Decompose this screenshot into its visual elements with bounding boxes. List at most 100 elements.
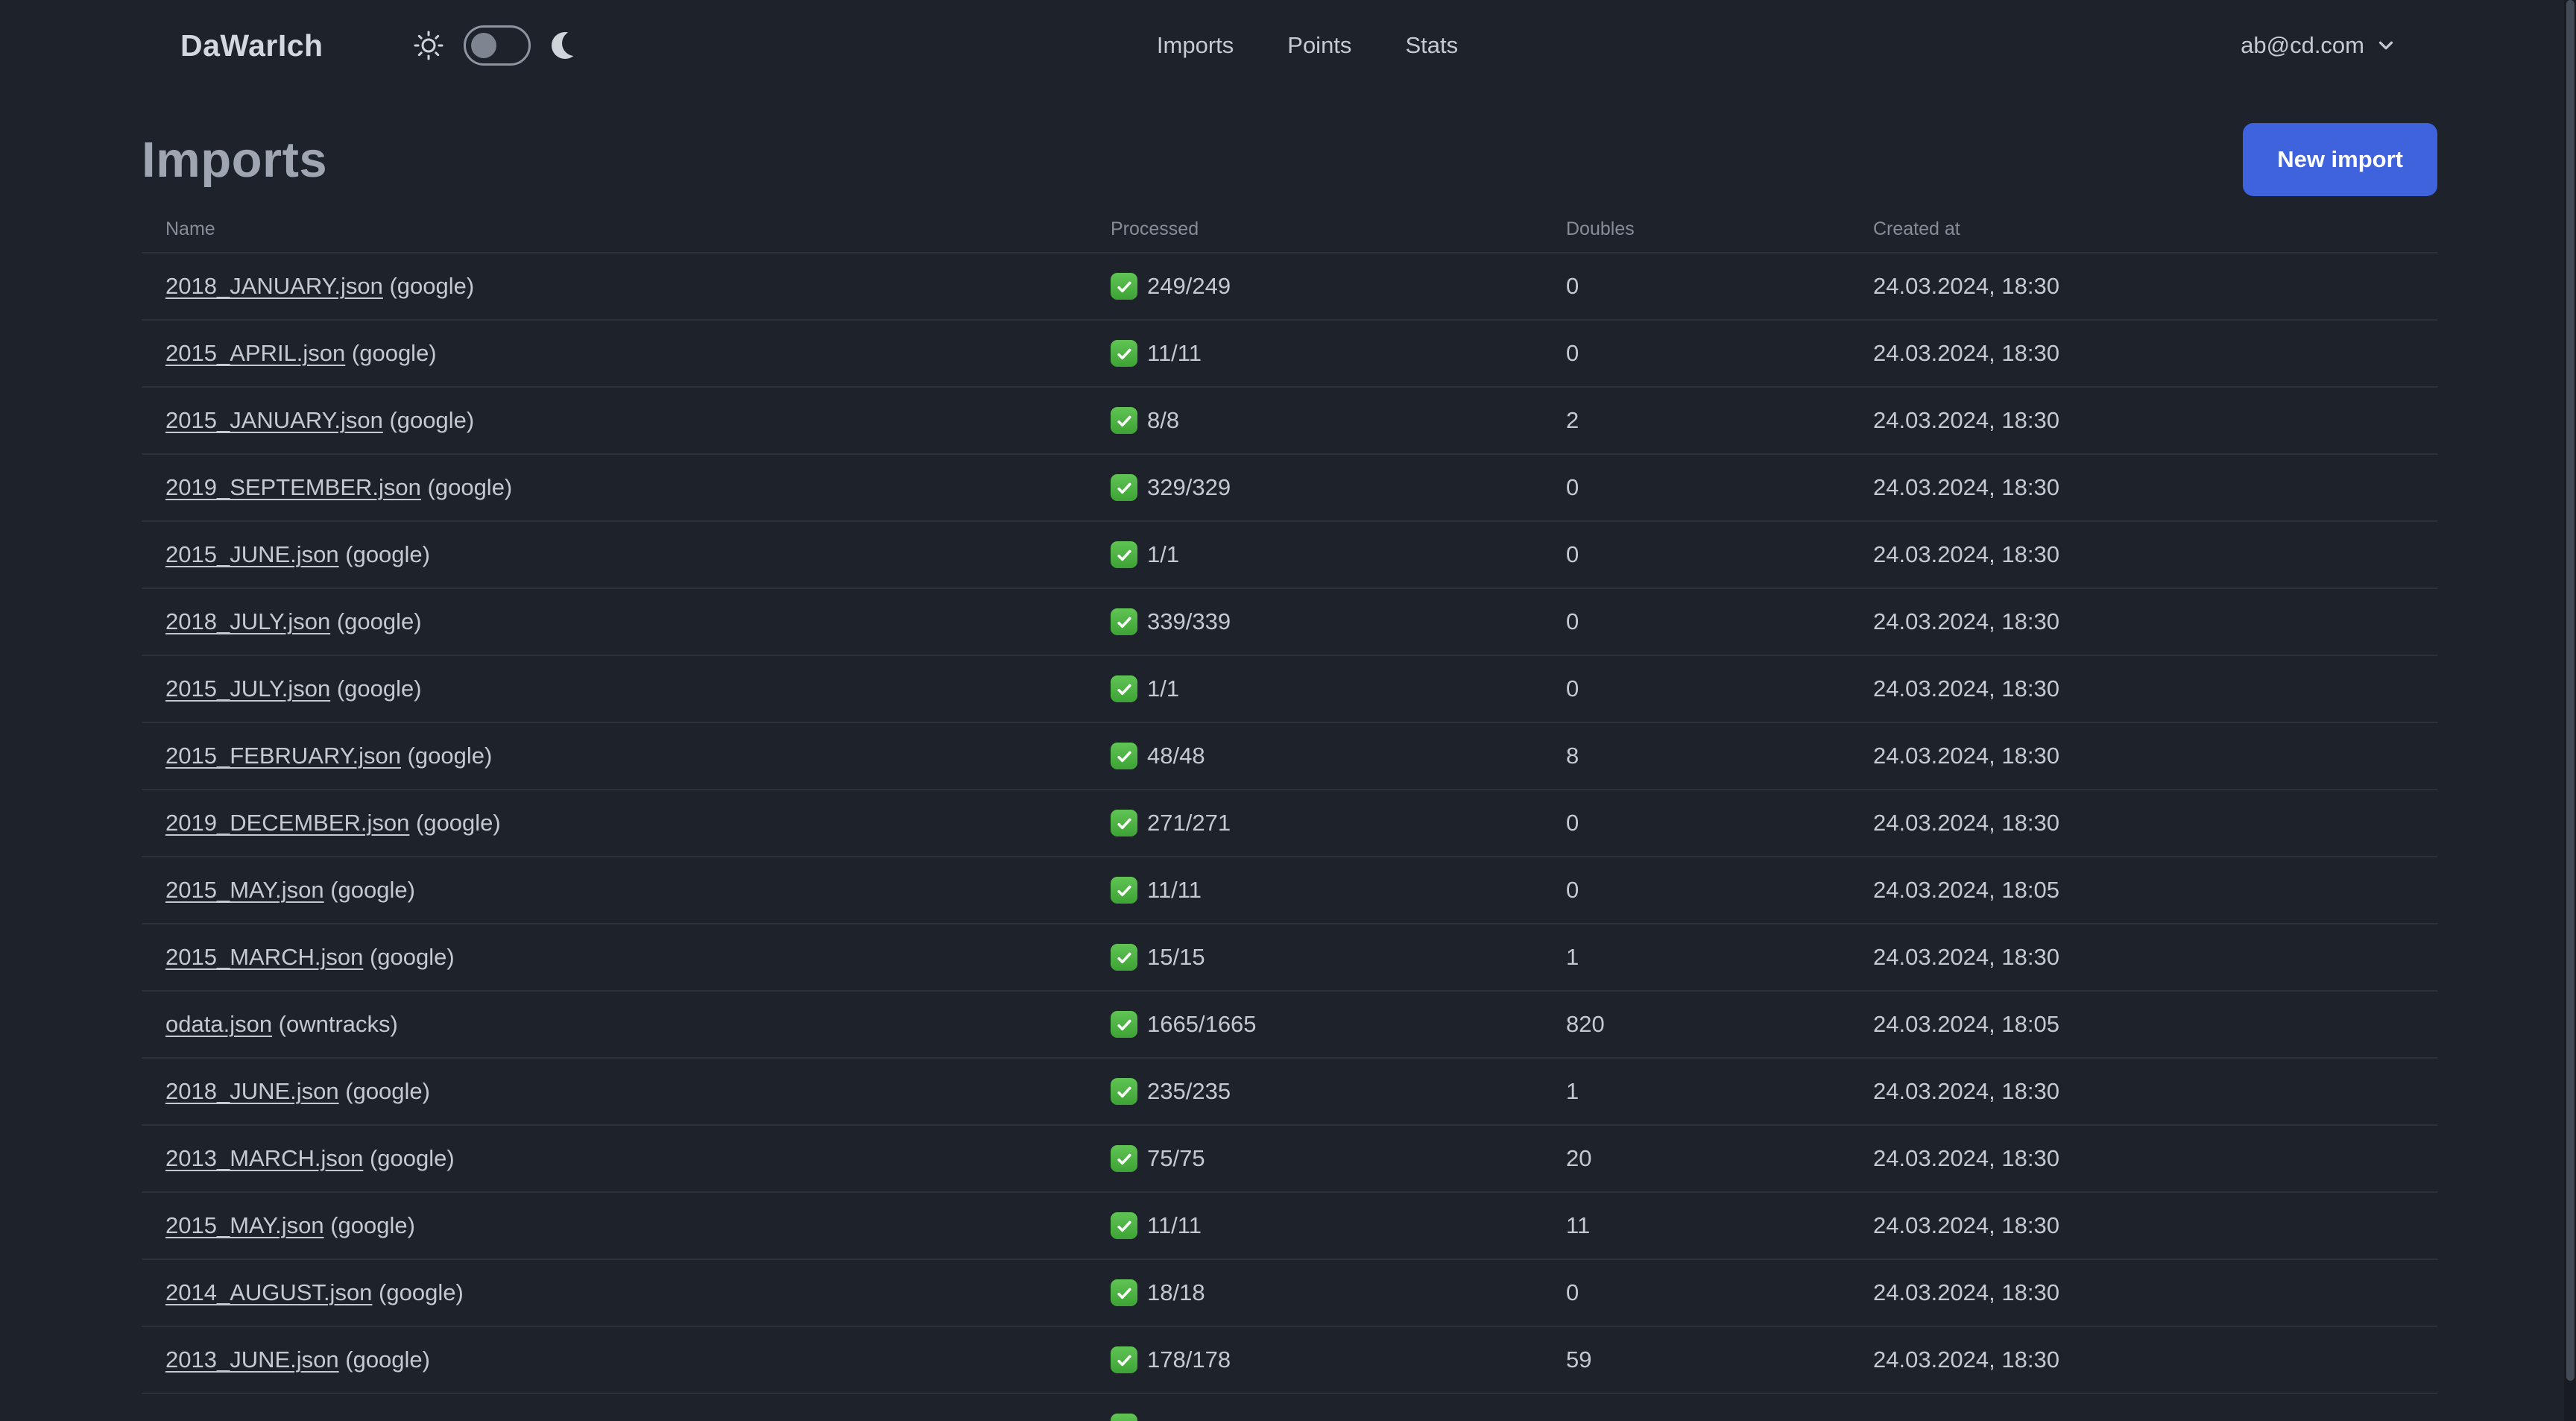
import-source: (google) [382, 273, 475, 299]
name-cell: 2013_MARCH.json (google) [165, 1145, 1111, 1172]
success-check-icon [1111, 675, 1137, 702]
page-header: Imports New import [142, 121, 2437, 198]
nav-link-imports[interactable]: Imports [1157, 32, 1234, 59]
name-cell: 2015_JUNE.json (google) [165, 541, 1111, 568]
created-at: 24.03.2024, 18:30 [1873, 340, 2059, 366]
import-file-link[interactable]: 2015_JANUARY.json [165, 407, 383, 433]
name-cell: odata.json (owntracks) [165, 1011, 1111, 1038]
processed-count: 18/18 [1147, 1279, 1205, 1305]
import-file-link[interactable]: 2015_MARCH.json [165, 944, 363, 970]
created-at: 24.03.2024, 18:30 [1873, 1078, 2059, 1104]
app-logo[interactable]: DaWarIch [180, 28, 323, 63]
import-file-link[interactable]: odata.json [165, 1011, 272, 1037]
import-file-link[interactable]: 2015_FEBRUARY.json [165, 743, 401, 769]
success-check-icon [1111, 944, 1137, 971]
success-check-icon [1111, 474, 1137, 501]
success-check-icon [1111, 1011, 1137, 1038]
created-at: 24.03.2024, 18:30 [1873, 1212, 2059, 1238]
name-cell: 2015_APRIL.json (google) [165, 340, 1111, 367]
nav-link-points[interactable]: Points [1287, 32, 1351, 59]
processed-cell: 339/339 [1111, 608, 1566, 635]
moon-icon [550, 29, 587, 62]
sun-icon [413, 30, 444, 61]
import-file-link[interactable]: 2015_JUNE.json [165, 541, 339, 567]
created-at: 24.03.2024, 18:30 [1873, 273, 2059, 299]
theme-toggle-group [413, 25, 587, 66]
processed-cell: 249/249 [1111, 273, 1566, 300]
doubles-count: 0 [1566, 474, 1579, 500]
processed-count: 15/15 [1147, 944, 1205, 970]
import-file-link[interactable]: 2018_JULY.json [165, 608, 330, 634]
import-file-link[interactable]: 2015_MAY.json [165, 877, 324, 903]
import-file-link[interactable]: 2018_JANUARY.json [165, 273, 383, 299]
import-file-link[interactable]: 2018_JUNE.json [165, 1078, 339, 1104]
table-row: 2015_JULY.json (google) 1/1 0 24.03.2024, 1… [142, 655, 2437, 722]
processed-cell: 15/15 [1111, 944, 1566, 971]
table-header-row: Name Processed Doubles Created at [142, 206, 2437, 252]
table-row: 2019_SEPTEMBER.json (google) 329/329 0 24.0… [142, 453, 2437, 520]
new-import-button[interactable]: New import [2243, 123, 2437, 196]
processed-cell: 1665/1665 [1111, 1011, 1566, 1038]
created-at: 24.03.2024, 18:30 [1873, 1346, 2059, 1373]
name-cell: 2015_MAY.json (google) [165, 1212, 1111, 1239]
import-file-link[interactable]: 2019_DECEMBER.json [165, 810, 409, 836]
import-source: (google) [330, 675, 422, 702]
table-row: 2015_APRIL.json (google) 11/11 0 24.03.2024… [142, 319, 2437, 386]
created-at: 24.03.2024, 18:30 [1873, 541, 2059, 567]
name-cell: 2013_JUNE.json (google) [165, 1346, 1111, 1373]
table-body: 2018_JANUARY.json (google) 249/249 0 24.03.… [142, 252, 2437, 1421]
doubles-count: 1 [1566, 1078, 1579, 1104]
theme-toggle-switch[interactable] [463, 25, 531, 66]
processed-count: 1/1 [1147, 675, 1180, 702]
table-row: odata.json (owntracks) 1665/1665 820 24.03.… [142, 990, 2437, 1057]
processed-cell: 178/178 [1111, 1346, 1566, 1373]
name-cell: 2015_MARCH.json (google) [165, 944, 1111, 971]
doubles-count: 11 [1566, 1212, 1591, 1238]
name-cell: 2019_DECEMBER.json (google) [165, 810, 1111, 836]
processed-count: 178/178 [1147, 1346, 1231, 1373]
import-file-link[interactable]: 2019_SEPTEMBER.json [165, 474, 421, 500]
processed-cell: 8/8 [1111, 407, 1566, 434]
scrollbar-thumb[interactable] [2566, 0, 2575, 1381]
table-row: 2018_JANUARY.json (google) 249/249 0 24.03.… [142, 252, 2437, 319]
import-source: (google) [363, 944, 455, 970]
import-file-link[interactable]: 2014_AUGUST.json [165, 1279, 372, 1305]
import-file-link[interactable]: 2015_APRIL.json [165, 340, 345, 366]
account-email: ab@cd.com [2241, 32, 2364, 58]
import-file-link[interactable]: 2015_JULY.json [165, 675, 330, 702]
created-at: 24.03.2024, 18:30 [1873, 474, 2059, 500]
imports-table: Name Processed Doubles Created at 2018_J… [142, 206, 2437, 1421]
doubles-count: 0 [1566, 1279, 1579, 1305]
import-source: (google) [338, 1078, 430, 1104]
import-file-link[interactable]: 2013_MARCH.json [165, 1145, 363, 1171]
doubles-count: 1 [1566, 944, 1579, 970]
success-check-icon [1111, 340, 1137, 367]
doubles-count: 0 [1566, 340, 1579, 366]
import-source: (google) [363, 1145, 455, 1171]
doubles-count: 20 [1566, 1145, 1592, 1171]
top-navbar: DaWarIch Imports Points Stats ab@cd.com [0, 0, 2576, 91]
import-file-link[interactable]: 2015_MAY.json [165, 1212, 324, 1238]
scrollbar-track [2564, 0, 2576, 1421]
name-cell: 2015_JANUARY.json (google) [165, 407, 1111, 434]
import-source: (google) [382, 407, 475, 433]
processed-cell: 48/48 [1111, 743, 1566, 769]
processed-cell [1111, 1414, 1566, 1421]
import-file-link[interactable]: 2013_JUNE.json [165, 1346, 339, 1373]
processed-count: 11/11 [1147, 1212, 1202, 1238]
success-check-icon [1111, 1212, 1137, 1239]
created-at: 24.03.2024, 18:30 [1873, 675, 2059, 702]
account-menu[interactable]: ab@cd.com [2241, 32, 2397, 59]
created-at: 24.03.2024, 18:30 [1873, 1279, 2059, 1305]
processed-cell: 18/18 [1111, 1279, 1566, 1306]
import-source: (google) [330, 608, 422, 634]
nav-link-stats[interactable]: Stats [1405, 32, 1458, 59]
processed-cell: 11/11 [1111, 340, 1566, 367]
doubles-count: 8 [1566, 743, 1579, 769]
table-row: 2015_MAY.json (google) 11/11 0 24.03.2024, … [142, 856, 2437, 923]
doubles-count: 0 [1566, 273, 1579, 299]
name-cell: 2018_JUNE.json (google) [165, 1078, 1111, 1105]
table-row: 2015_JANUARY.json (google) 8/8 2 24.03.2024… [142, 386, 2437, 453]
table-row: 2018_JUNE.json (google) 235/235 1 24.03.202… [142, 1057, 2437, 1124]
created-at: 24.03.2024, 18:30 [1873, 407, 2059, 433]
